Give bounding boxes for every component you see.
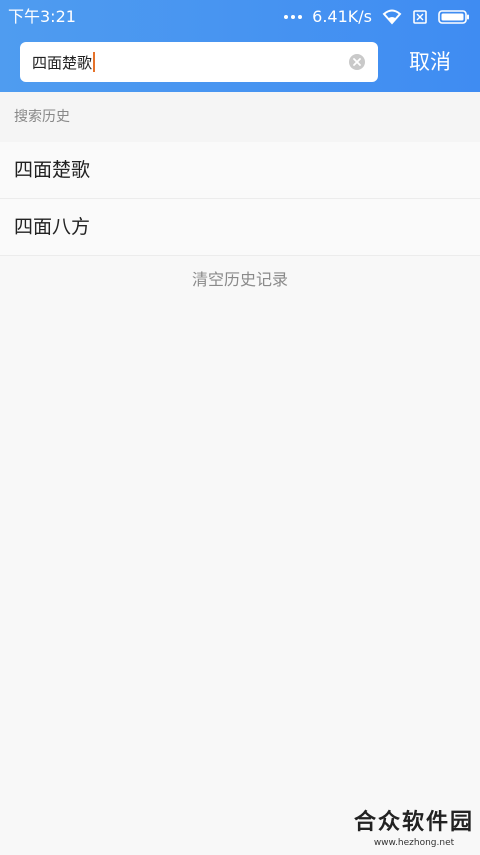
- battery-icon: [438, 10, 469, 24]
- more-dots-icon: [284, 15, 303, 19]
- wifi-icon: [382, 9, 402, 25]
- status-time: 下午3:21: [8, 7, 76, 26]
- history-item[interactable]: 四面八方: [0, 199, 480, 256]
- search-history-list: 四面楚歌 四面八方: [0, 142, 480, 256]
- status-icons: 6.41K/s: [284, 6, 470, 28]
- watermark-url: www.hezhong.net: [373, 838, 455, 848]
- network-speed: 6.41K/s: [312, 7, 372, 26]
- watermark: 合众软件园 www.hezhong.net: [354, 809, 474, 849]
- history-item-label: 四面楚歌: [14, 159, 91, 181]
- watermark-name: 合众软件园: [353, 810, 474, 835]
- top-header: 下午3:21 6.41K/s 四面楚歌 取消: [0, 0, 480, 92]
- sim-icon: [413, 10, 427, 24]
- search-input-value: 四面楚歌: [32, 53, 93, 72]
- search-history-header: 搜索历史: [0, 92, 480, 142]
- clear-history-button[interactable]: 清空历史记录: [0, 266, 480, 294]
- cancel-button[interactable]: 取消: [398, 42, 462, 82]
- search-history-title: 搜索历史: [14, 109, 70, 125]
- text-caret: [93, 52, 96, 72]
- search-input-value-wrap[interactable]: 四面楚歌: [32, 42, 96, 82]
- history-item[interactable]: 四面楚歌: [0, 142, 480, 199]
- history-item-label: 四面八方: [14, 216, 91, 238]
- search-input[interactable]: 四面楚歌: [20, 42, 378, 82]
- clear-circle-icon[interactable]: [348, 53, 366, 71]
- status-bar: 下午3:21 6.41K/s: [0, 0, 480, 34]
